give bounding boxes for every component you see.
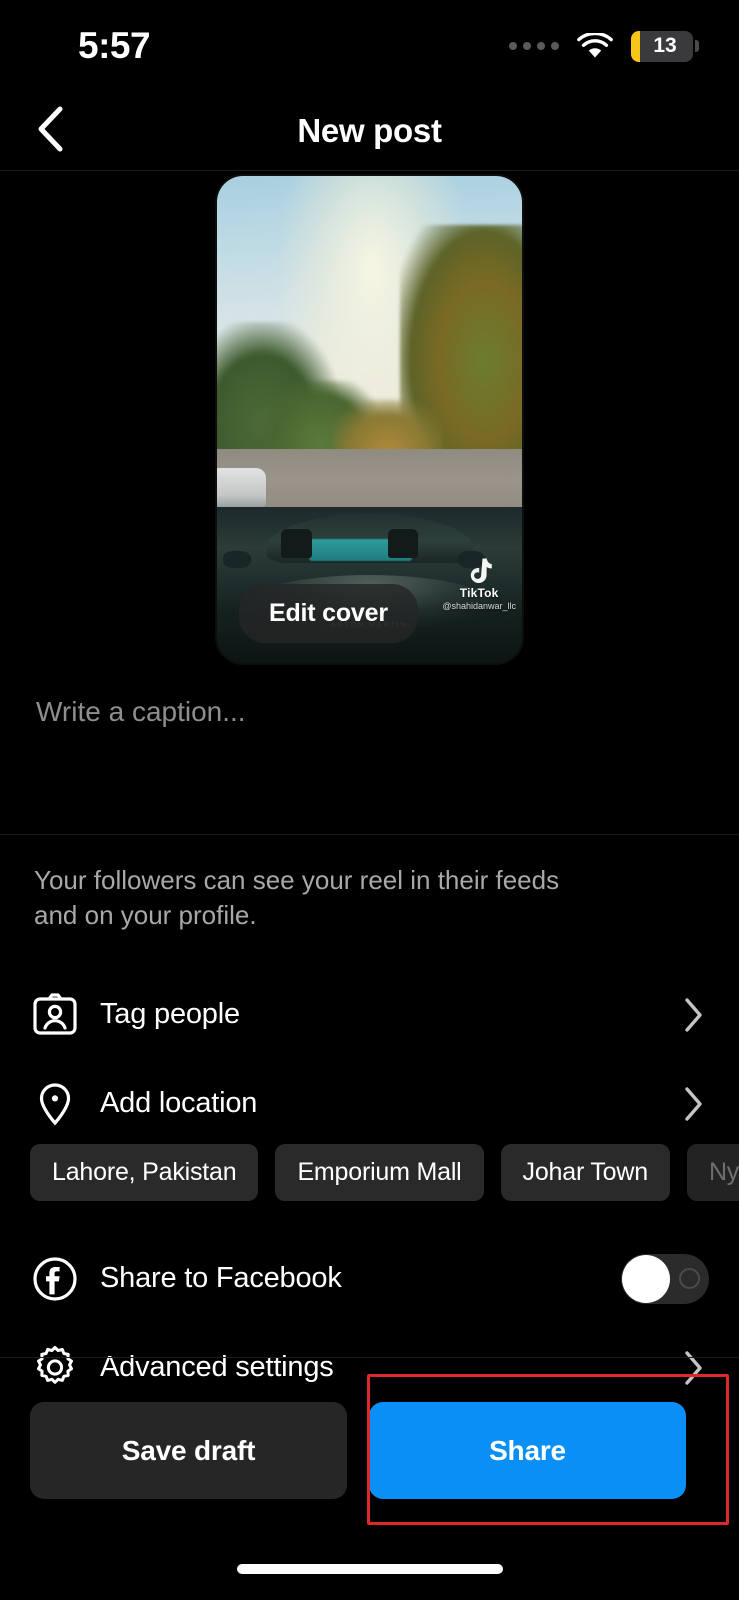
row-share-to-facebook[interactable]: Share to Facebook — [0, 1234, 739, 1323]
chevron-left-icon — [33, 104, 67, 159]
tag-people-icon — [30, 990, 96, 1040]
status-time: 5:57 — [78, 25, 151, 66]
status-indicators: 13 — [509, 30, 699, 62]
battery-percent: 13 — [653, 34, 677, 57]
back-button[interactable] — [22, 103, 78, 159]
row-tag-people[interactable]: Tag people — [0, 970, 739, 1059]
caption-placeholder: Write a caption... — [36, 696, 246, 727]
visibility-note: Your followers can see your reel in thei… — [34, 865, 560, 930]
row-label: Tag people — [100, 998, 240, 1031]
chevron-right-icon — [679, 996, 709, 1034]
location-chip[interactable]: Ny212 — [686, 1144, 739, 1202]
tiktok-brand-label: TikTok — [459, 586, 499, 600]
app-header: New post — [0, 92, 739, 171]
tiktok-watermark: TikTok @shahidanwar_llc — [442, 557, 516, 611]
location-suggestions: Lahore, Pakistan Emporium Mall Johar Tow… — [0, 1144, 739, 1202]
toggle-knob — [622, 1254, 670, 1303]
edit-cover-button[interactable]: Edit cover — [239, 584, 418, 643]
status-bar: 5:57 13 — [0, 0, 739, 92]
facebook-icon — [30, 1254, 96, 1304]
chevron-right-icon — [679, 1085, 709, 1123]
page-title: New post — [297, 112, 442, 149]
share-button[interactable]: Share — [369, 1402, 686, 1499]
save-draft-button[interactable]: Save draft — [30, 1402, 347, 1499]
row-add-location[interactable]: Add location — [0, 1059, 739, 1148]
row-label: Add location — [100, 1087, 258, 1120]
tiktok-username: @shahidanwar_llc — [442, 601, 516, 611]
wifi-icon — [577, 33, 613, 59]
battery-indicator: 13 — [631, 30, 693, 62]
toggle-off-ring — [679, 1268, 700, 1290]
location-chip[interactable]: Emporium Mall — [275, 1144, 484, 1202]
location-pin-icon — [30, 1079, 96, 1129]
location-chip[interactable]: Lahore, Pakistan — [30, 1144, 259, 1202]
home-indicator — [236, 1564, 503, 1574]
phone-screen: 5:57 13 New post TikTok @shahidanwar_llc… — [0, 0, 739, 1600]
row-label: Share to Facebook — [100, 1262, 342, 1295]
facebook-share-toggle[interactable] — [621, 1253, 709, 1304]
caption-field[interactable]: Write a caption... — [0, 660, 739, 834]
reel-cover-thumbnail[interactable]: ASTON MARTIN TikTok @shahidanwar_llc Edi… — [217, 176, 522, 663]
battery-cap — [695, 40, 699, 52]
options-section: Your followers can see your reel in thei… — [0, 835, 739, 1412]
signal-dots-icon — [509, 42, 559, 50]
tiktok-note-icon — [466, 557, 492, 585]
location-chip[interactable]: Johar Town — [500, 1144, 670, 1202]
